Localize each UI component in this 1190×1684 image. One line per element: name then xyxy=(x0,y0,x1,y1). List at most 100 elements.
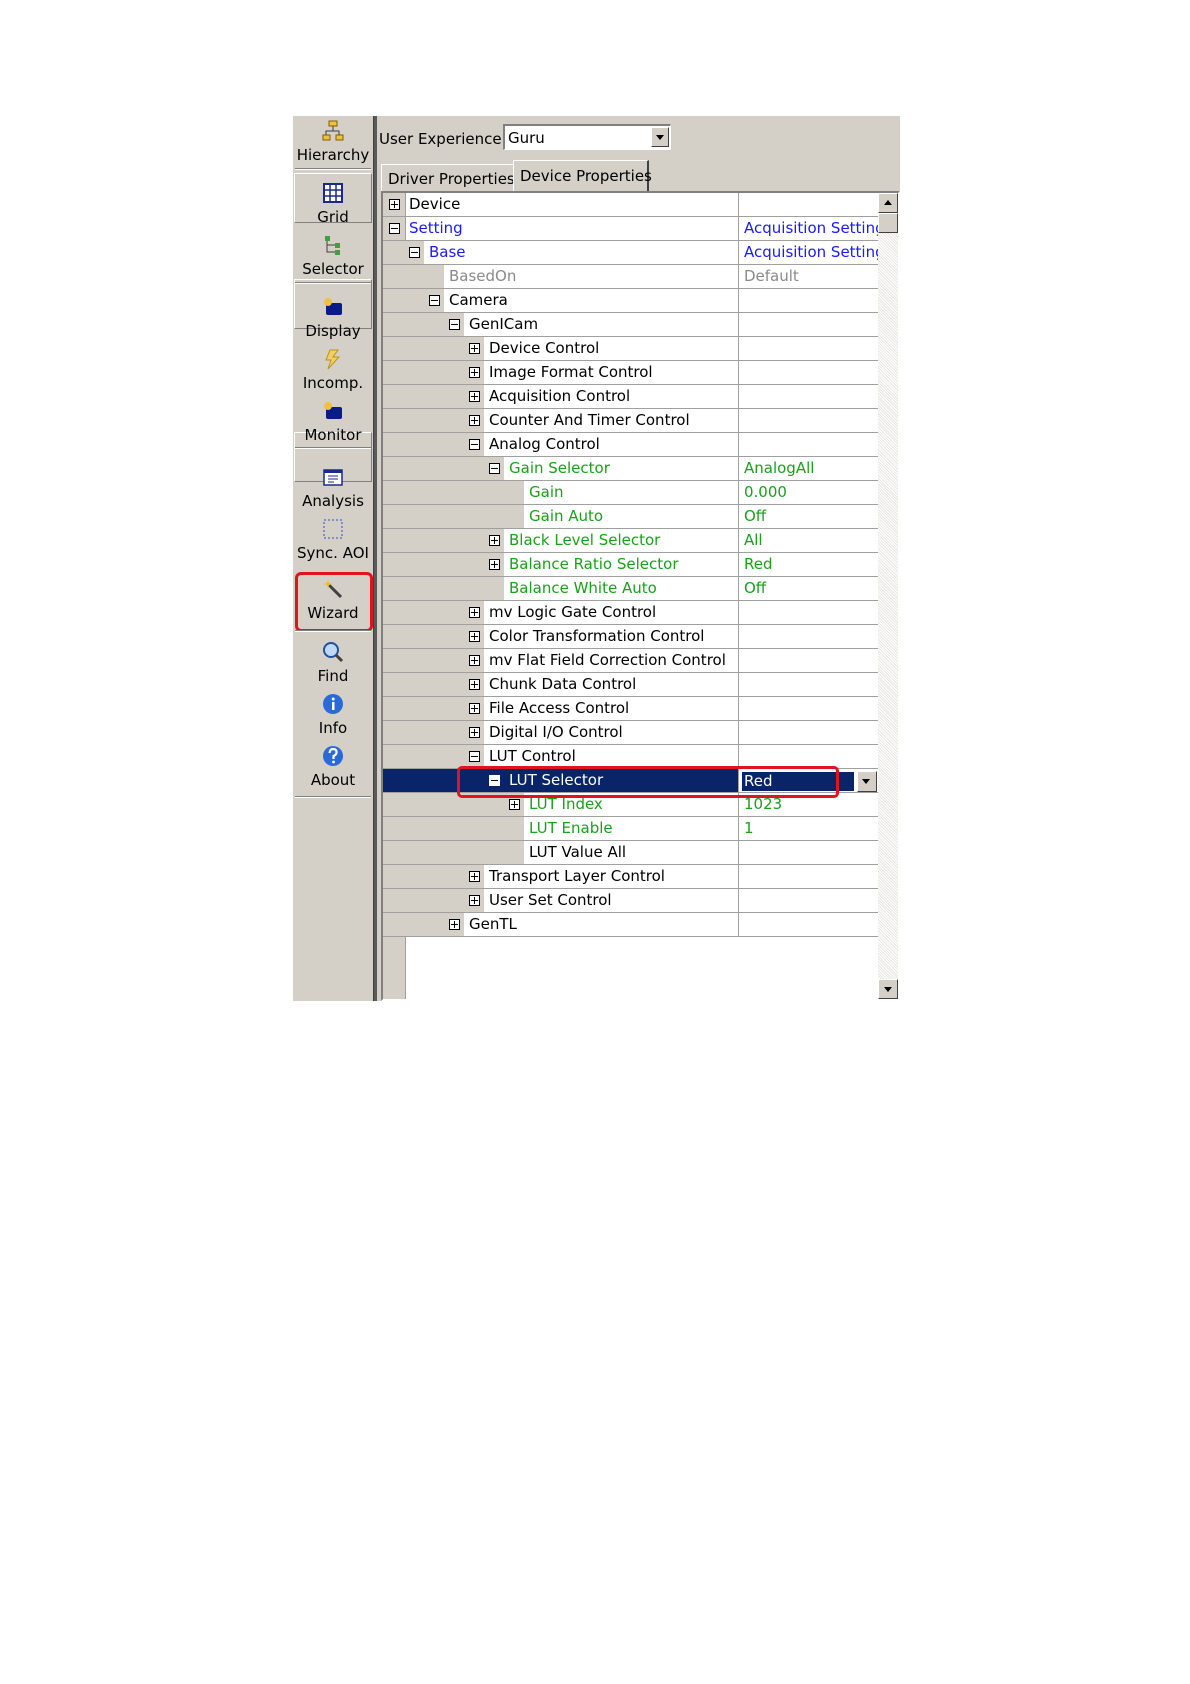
display-button[interactable]: Display xyxy=(293,296,373,340)
find-button[interactable]: Find xyxy=(293,641,373,685)
scroll-thumb[interactable] xyxy=(878,213,898,233)
property-value-cell[interactable] xyxy=(738,649,878,672)
expand-plus-icon[interactable] xyxy=(489,535,500,546)
property-value-cell[interactable] xyxy=(738,193,878,216)
expand-plus-icon[interactable] xyxy=(469,727,480,738)
property-row[interactable]: LUT Selector Red xyxy=(383,769,878,793)
property-value-cell[interactable] xyxy=(738,361,878,384)
property-value-cell[interactable] xyxy=(738,625,878,648)
property-value-cell[interactable] xyxy=(738,601,878,624)
expand-plus-icon[interactable] xyxy=(469,703,480,714)
analysis-button[interactable]: Analysis xyxy=(293,466,373,510)
chevron-down-icon[interactable] xyxy=(857,771,877,792)
lut-selector-select[interactable]: Red xyxy=(741,771,855,792)
collapse-minus-icon[interactable] xyxy=(449,319,460,330)
property-row[interactable]: Setting Acquisition Setting xyxy=(383,217,878,241)
property-row[interactable]: Gain Selector AnalogAll xyxy=(383,457,878,481)
property-value-cell[interactable] xyxy=(738,433,878,456)
expand-plus-icon[interactable] xyxy=(469,343,480,354)
property-row[interactable]: LUT Enable 1 xyxy=(383,817,878,841)
expand-plus-icon[interactable] xyxy=(469,607,480,618)
property-row[interactable]: Base Acquisition Setting xyxy=(383,241,878,265)
tab-driver-properties[interactable]: Driver Properties xyxy=(381,164,515,192)
property-row[interactable]: User Set Control xyxy=(383,889,878,913)
property-value-cell[interactable]: Default xyxy=(738,265,878,288)
property-value-cell[interactable]: 1023 xyxy=(738,793,878,816)
property-row[interactable]: Black Level Selector All xyxy=(383,529,878,553)
property-value-cell[interactable] xyxy=(738,697,878,720)
collapse-minus-icon[interactable] xyxy=(489,463,500,474)
property-value-cell[interactable] xyxy=(738,337,878,360)
property-value-cell[interactable]: Red xyxy=(738,553,878,576)
collapse-minus-icon[interactable] xyxy=(489,775,500,786)
property-row[interactable]: Transport Layer Control xyxy=(383,865,878,889)
property-row[interactable]: GenICam xyxy=(383,313,878,337)
property-row[interactable]: Image Format Control xyxy=(383,361,878,385)
property-value-cell[interactable]: AnalogAll xyxy=(738,457,878,480)
property-value-cell[interactable] xyxy=(738,913,878,936)
property-row[interactable]: GenTL xyxy=(383,913,878,937)
hierarchy-button[interactable]: Hierarchy xyxy=(293,120,373,164)
tab-device-properties[interactable]: Device Properties xyxy=(513,160,652,192)
expand-plus-icon[interactable] xyxy=(449,919,460,930)
expand-plus-icon[interactable] xyxy=(469,679,480,690)
property-value-cell[interactable]: Acquisition Setting xyxy=(738,241,878,264)
property-row[interactable]: Camera xyxy=(383,289,878,313)
property-value-cell[interactable]: All xyxy=(738,529,878,552)
collapse-minus-icon[interactable] xyxy=(469,439,480,450)
property-row[interactable]: mv Logic Gate Control xyxy=(383,601,878,625)
property-row[interactable]: Counter And Timer Control xyxy=(383,409,878,433)
property-row[interactable]: Gain Auto Off xyxy=(383,505,878,529)
collapse-minus-icon[interactable] xyxy=(389,223,400,234)
property-value-cell[interactable] xyxy=(738,745,878,768)
property-row[interactable]: mv Flat Field Correction Control xyxy=(383,649,878,673)
expand-plus-icon[interactable] xyxy=(469,391,480,402)
property-value-cell[interactable] xyxy=(738,721,878,744)
collapse-minus-icon[interactable] xyxy=(429,295,440,306)
incomp-button[interactable]: Incomp. xyxy=(293,348,373,392)
scroll-down-icon[interactable] xyxy=(878,979,898,999)
expand-plus-icon[interactable] xyxy=(389,199,400,210)
expand-plus-icon[interactable] xyxy=(509,799,520,810)
collapse-minus-icon[interactable] xyxy=(409,247,420,258)
property-value-cell[interactable]: Off xyxy=(738,505,878,528)
collapse-minus-icon[interactable] xyxy=(469,751,480,762)
selector-button[interactable]: Selector xyxy=(293,234,373,278)
property-row[interactable]: File Access Control xyxy=(383,697,878,721)
property-row[interactable]: Chunk Data Control xyxy=(383,673,878,697)
vertical-scrollbar[interactable] xyxy=(878,193,898,999)
monitor-button[interactable]: Monitor xyxy=(293,400,373,444)
user-experience-select[interactable]: Guru xyxy=(503,124,671,150)
property-value-cell[interactable]: Red xyxy=(738,769,878,792)
property-value-cell[interactable]: Off xyxy=(738,577,878,600)
expand-plus-icon[interactable] xyxy=(469,631,480,642)
property-value-cell[interactable] xyxy=(738,889,878,912)
property-value-cell[interactable] xyxy=(738,385,878,408)
property-row[interactable]: Balance White Auto Off xyxy=(383,577,878,601)
property-row[interactable]: Acquisition Control xyxy=(383,385,878,409)
property-value-cell[interactable] xyxy=(738,865,878,888)
property-value-cell[interactable] xyxy=(738,289,878,312)
property-row[interactable]: LUT Value All xyxy=(383,841,878,865)
expand-plus-icon[interactable] xyxy=(469,415,480,426)
property-value-cell[interactable] xyxy=(738,673,878,696)
property-value-cell[interactable] xyxy=(738,313,878,336)
expand-plus-icon[interactable] xyxy=(469,367,480,378)
expand-plus-icon[interactable] xyxy=(469,871,480,882)
grid-button[interactable]: Grid xyxy=(293,182,373,226)
chevron-down-icon[interactable] xyxy=(651,127,669,147)
expand-plus-icon[interactable] xyxy=(489,559,500,570)
info-button[interactable]: Info xyxy=(293,693,373,737)
property-row[interactable]: LUT Index 1023 xyxy=(383,793,878,817)
property-row[interactable]: Device Control xyxy=(383,337,878,361)
property-row[interactable]: Balance Ratio Selector Red xyxy=(383,553,878,577)
property-row[interactable]: BasedOn Default xyxy=(383,265,878,289)
property-row[interactable]: LUT Control xyxy=(383,745,878,769)
property-row[interactable]: Digital I/O Control xyxy=(383,721,878,745)
expand-plus-icon[interactable] xyxy=(469,655,480,666)
scroll-up-icon[interactable] xyxy=(878,193,898,213)
property-value-cell[interactable] xyxy=(738,841,878,864)
property-row[interactable]: Gain 0.000 xyxy=(383,481,878,505)
property-row[interactable]: Analog Control xyxy=(383,433,878,457)
property-value-cell[interactable]: 0.000 xyxy=(738,481,878,504)
